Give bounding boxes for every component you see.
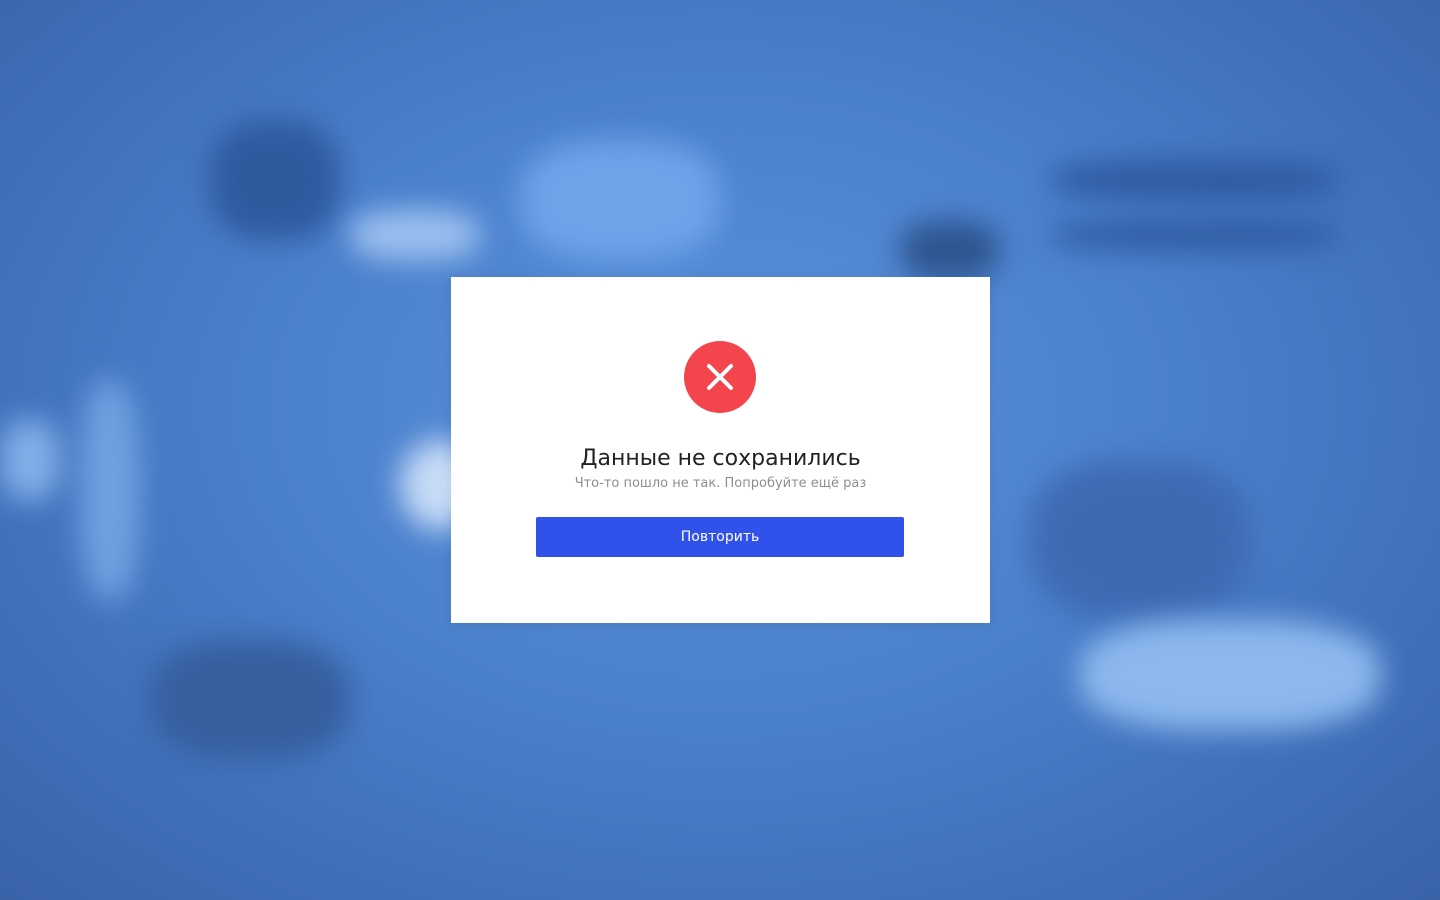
dialog-title: Данные не сохранились	[580, 446, 861, 471]
retry-button[interactable]: Повторить	[536, 517, 904, 557]
dialog-subtitle: Что-то пошло не так. Попробуйте ещё раз	[574, 476, 867, 491]
error-dialog: Данные не сохранились Что-то пошло не та…	[451, 277, 990, 623]
error-x-icon	[684, 341, 756, 413]
close-x-glyph	[707, 364, 733, 390]
